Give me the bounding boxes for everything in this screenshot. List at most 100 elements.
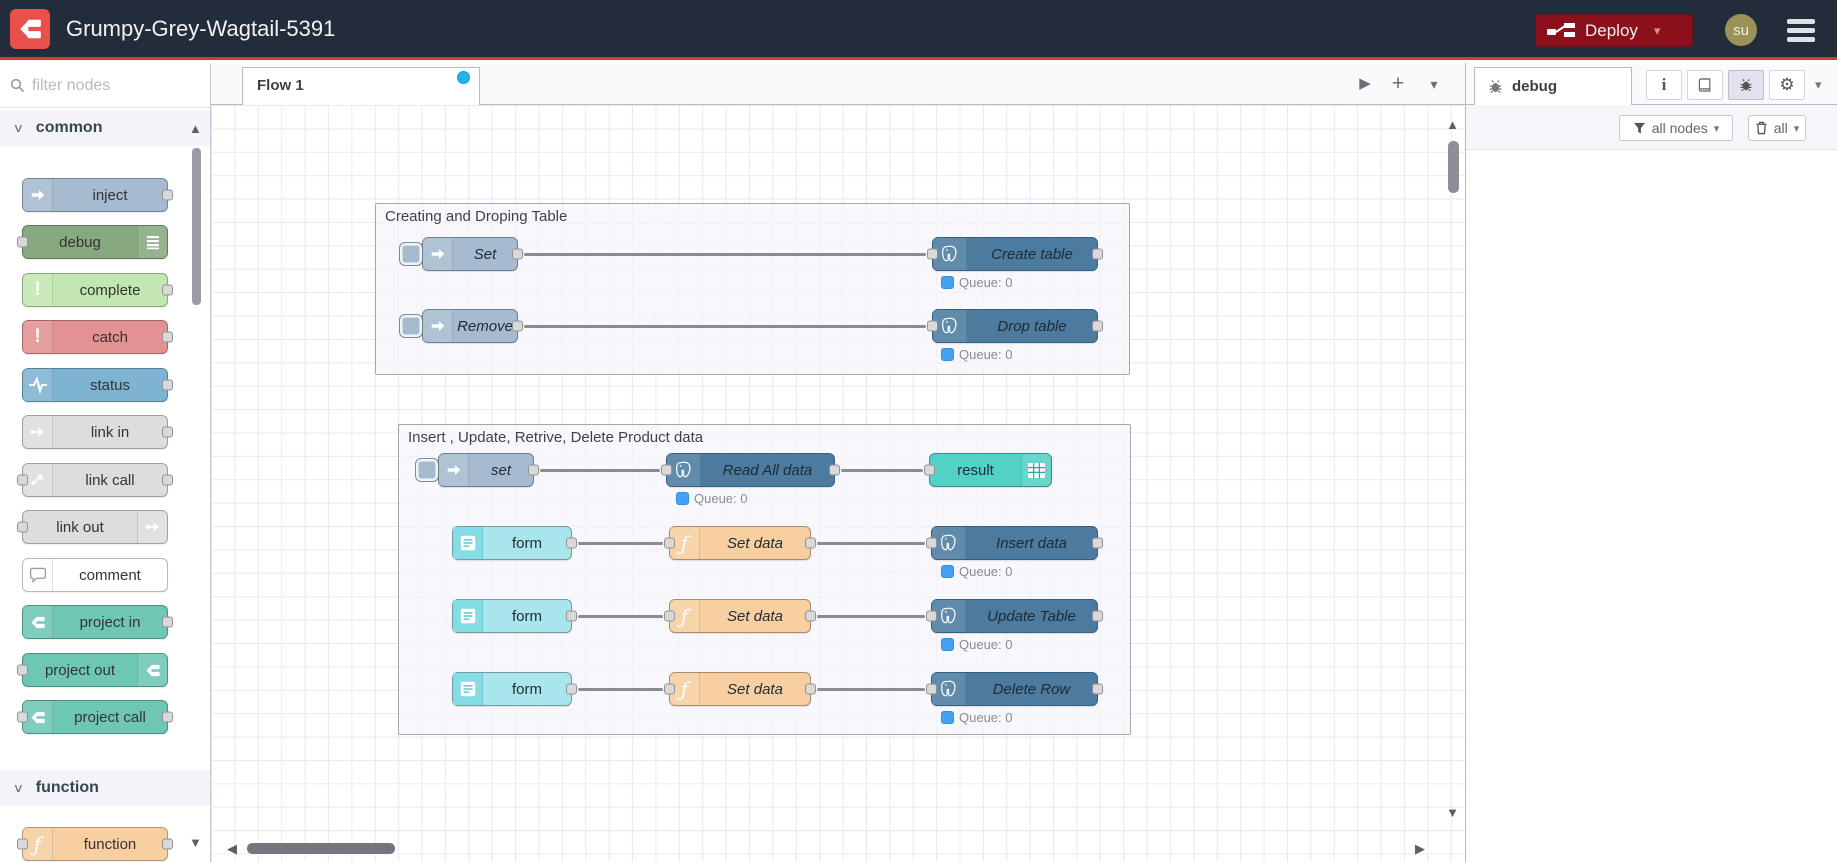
output-port[interactable] [1092,610,1103,622]
node-postgres-create-table[interactable]: Create table [927,237,1103,271]
canvas-scroll-right[interactable]: ▶ [1415,841,1425,857]
output-port[interactable] [805,537,816,549]
output-port[interactable] [1092,320,1103,332]
info-tab-button[interactable]: i [1646,70,1682,100]
sidebar-tab-debug[interactable]: debug [1474,67,1632,105]
input-port[interactable] [664,537,675,549]
input-port[interactable] [926,537,937,549]
palette-node-complete[interactable]: ! complete [22,273,173,307]
node-inject-remove[interactable]: Remove [422,309,523,343]
palette-node-link-out[interactable]: link out [17,510,168,544]
node-function-set-data[interactable]: ƒ Set data [664,526,816,560]
inject-button[interactable] [399,314,423,338]
output-port[interactable] [829,464,840,476]
sidebar-options-caret[interactable]: ▾ [1815,77,1822,93]
node-form[interactable]: form [452,526,577,560]
output-port[interactable] [805,610,816,622]
node-form[interactable]: form [452,599,577,633]
palette-filter-input[interactable] [30,71,199,101]
flow-list-caret[interactable]: ▾ [1419,63,1449,105]
output-port[interactable] [512,248,523,260]
input-port[interactable] [664,610,675,622]
tab-scroll-right-button[interactable]: ▶ [1350,63,1380,105]
node-red-logo [10,9,50,49]
help-tab-button[interactable] [1687,70,1723,100]
input-port[interactable] [927,320,938,332]
settings-tab-button[interactable]: ⚙ [1769,70,1805,100]
chevron-down-icon: ▾ [1793,122,1800,135]
palette-node-comment[interactable]: comment [22,558,168,592]
palette-scroll-down[interactable]: ▼ [189,835,202,850]
palette-node-project-call[interactable]: project call [17,700,173,734]
output-port[interactable] [566,683,577,695]
canvas-scroll-up[interactable]: ▲ [1446,117,1459,132]
node-label: Delete Row [992,680,1071,698]
node-debug-result[interactable]: result [924,453,1052,487]
deploy-options-caret[interactable]: ▾ [1654,23,1661,39]
group-creating-dropping-table[interactable]: Creating and Droping Table [375,203,1130,375]
input-port[interactable] [926,683,937,695]
palette-scrollbar-thumb[interactable] [192,148,201,305]
node-inject-set-lower[interactable]: set [438,453,539,487]
input-port[interactable] [661,464,672,476]
deploy-button[interactable]: Deploy ▾ [1535,14,1693,47]
output-port[interactable] [528,464,539,476]
output-port[interactable] [512,320,523,332]
output-port[interactable] [566,610,577,622]
node-postgres-delete-row[interactable]: Delete Row [926,672,1103,706]
palette-node-project-out[interactable]: project out [17,653,168,687]
flow-canvas[interactable]: Creating and Droping Table Set Create ta… [211,105,1465,862]
inject-button[interactable] [415,458,439,482]
debug-toolbar: all nodes ▾ all ▾ [1466,105,1837,150]
palette-category-common[interactable]: ∨ common [0,110,210,146]
debug-clear-button[interactable]: all ▾ [1748,115,1806,141]
output-port[interactable] [1092,683,1103,695]
palette-node-label: project call [74,708,146,726]
inject-button[interactable] [399,242,423,266]
palette-node-debug[interactable]: debug [17,225,168,259]
node-form[interactable]: form [452,672,577,706]
debug-messages-panel[interactable] [1466,150,1837,862]
canvas-vscrollbar-thumb[interactable] [1448,141,1459,193]
user-avatar[interactable]: su [1725,14,1757,46]
output-port[interactable] [805,683,816,695]
input-port [17,838,28,850]
output-port[interactable] [566,537,577,549]
node-red-icon [23,606,53,638]
bug-icon [1489,80,1502,93]
tab-flow-1[interactable]: Flow 1 [242,67,480,105]
palette-node-project-in[interactable]: project in [22,605,173,639]
palette-node-inject[interactable]: inject [22,178,173,212]
palette-category-function[interactable]: ∨ function [0,770,210,806]
palette-node-link-in[interactable]: link in [22,415,173,449]
node-label: set [490,461,511,479]
input-port[interactable] [927,248,938,260]
node-postgres-drop-table[interactable]: Drop table [927,309,1103,343]
palette-node-function[interactable]: ƒ function [17,827,173,861]
node-function-set-data[interactable]: ƒ Set data [664,672,816,706]
project-title: Grumpy-Grey-Wagtail-5391 [66,16,336,41]
wire [841,469,923,472]
output-port[interactable] [1092,248,1103,260]
palette-node-link-call[interactable]: link call [17,463,173,497]
input-port[interactable] [924,464,935,476]
palette-node-status[interactable]: status [22,368,173,402]
output-port[interactable] [1092,537,1103,549]
node-inject-set[interactable]: Set [422,237,523,271]
add-flow-button[interactable]: + [1383,63,1413,105]
canvas-scroll-down[interactable]: ▼ [1446,805,1459,820]
palette-scroll-up[interactable]: ▲ [189,121,202,136]
palette-node-label: inject [92,186,128,204]
canvas-scroll-left[interactable]: ◀ [227,841,237,857]
node-postgres-update-table[interactable]: Update Table [926,599,1103,633]
node-postgres-read-all-data[interactable]: Read All data [661,453,840,487]
node-postgres-insert-data[interactable]: Insert data [926,526,1103,560]
input-port[interactable] [664,683,675,695]
debug-filter-button[interactable]: all nodes ▾ [1619,115,1733,141]
canvas-hscrollbar-thumb[interactable] [247,843,395,854]
main-menu-button[interactable] [1787,16,1815,44]
input-port[interactable] [926,610,937,622]
debug-tab-button[interactable] [1728,70,1764,100]
palette-node-catch[interactable]: ! catch [22,320,173,354]
node-function-set-data[interactable]: ƒ Set data [664,599,816,633]
